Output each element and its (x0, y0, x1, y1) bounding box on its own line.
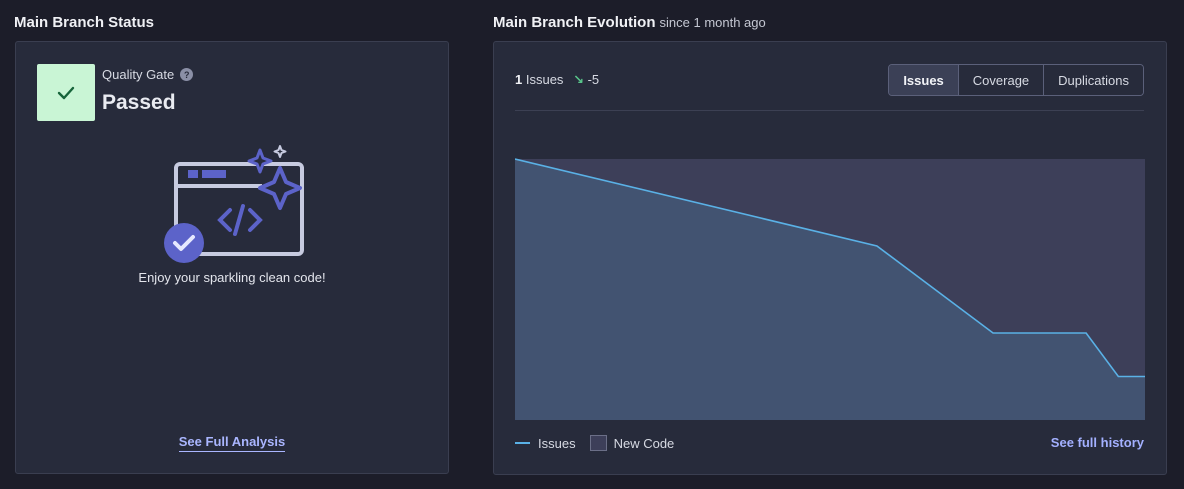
clean-code-illustration-icon (164, 145, 304, 263)
arrow-down-right-icon: ↘ (573, 72, 584, 87)
status-title: Main Branch Status (14, 14, 154, 31)
see-full-analysis-link[interactable]: See Full Analysis (178, 434, 286, 452)
quality-gate-badge (37, 64, 95, 121)
status-title-text: Main Branch Status (14, 14, 155, 31)
evolution-title: Main Branch Evolution since 1 month ago (493, 14, 766, 31)
issues-delta-value: -5 (587, 72, 600, 87)
legend-new-code-label: New Code (613, 435, 675, 451)
legend-issues-swatch (515, 442, 530, 444)
status-card: Quality Gate ? Passed Enjoy your sparkli… (15, 41, 449, 474)
issues-metric: 1 Issues ↘ -5 (515, 72, 599, 88)
tab-issues[interactable]: Issues (889, 65, 958, 95)
issues-metric-label: Issues (525, 72, 564, 87)
issues-count: 1 (515, 72, 523, 87)
evolution-title-text: Main Branch Evolution (493, 14, 656, 31)
tab-duplications[interactable]: Duplications (1043, 65, 1143, 95)
see-full-history-link[interactable]: See full history (1051, 435, 1144, 450)
see-full-analysis-wrapper: See Full Analysis (16, 433, 448, 452)
quality-gate-label-text: Quality Gate (102, 67, 175, 82)
check-icon (57, 86, 75, 99)
issues-delta: ↘ -5 (573, 72, 599, 87)
metric-tabs: Issues Coverage Duplications (888, 64, 1144, 96)
evolution-card: 1 Issues ↘ -5 Issues Coverage Duplicatio… (493, 41, 1167, 475)
legend-issues-label: Issues (538, 435, 576, 451)
divider (515, 110, 1144, 111)
quality-gate-label: Quality Gate ? (102, 67, 194, 82)
evolution-subtitle: since 1 month ago (659, 15, 766, 30)
legend-new-code-swatch (589, 435, 607, 451)
clean-code-message: Enjoy your sparkling clean code! (138, 270, 326, 285)
evolution-chart (515, 158, 1145, 420)
chart-legend: Issues New Code (515, 435, 674, 451)
quality-gate-value: Passed (102, 91, 176, 114)
tab-coverage[interactable]: Coverage (957, 65, 1044, 95)
help-icon[interactable]: ? (180, 68, 194, 81)
